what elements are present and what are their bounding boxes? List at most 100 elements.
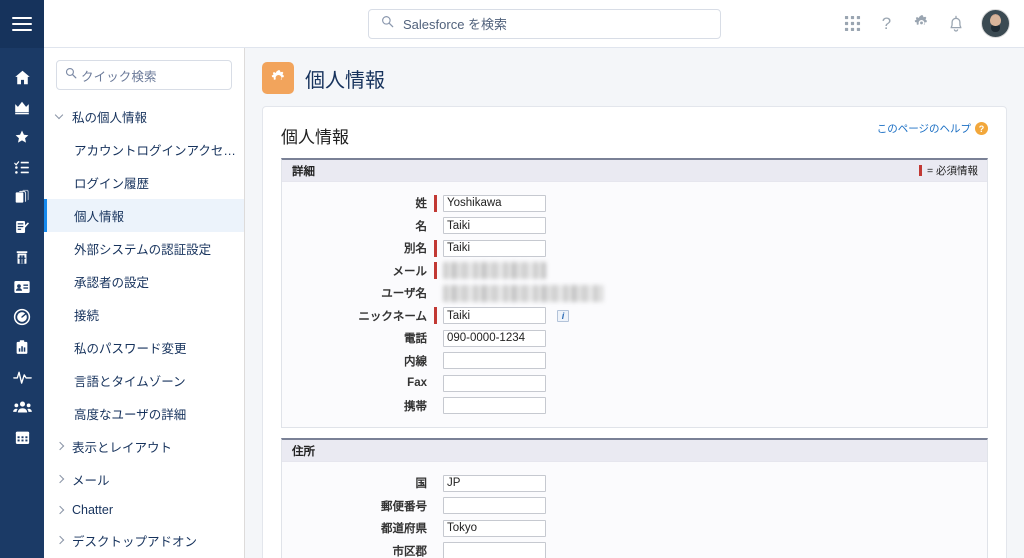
sidebar-item-0-0[interactable]: アカウントログインアクセス...	[44, 133, 244, 166]
field-control	[434, 474, 546, 492]
form-section-1: 住所国郵便番号都道府県市区郡	[281, 438, 988, 558]
sidebar-item-0-3[interactable]: 外部システムの認証設定	[44, 232, 244, 265]
field-input[interactable]	[443, 307, 546, 325]
field-control	[434, 262, 546, 280]
form-row: 国	[282, 472, 987, 495]
people-group-icon[interactable]	[0, 392, 44, 422]
search-icon	[65, 66, 77, 84]
user-avatar[interactable]	[981, 9, 1010, 38]
nav-group-3[interactable]: Chatter	[44, 496, 244, 524]
sidebar-item-0-4[interactable]: 承認者の設定	[44, 265, 244, 298]
required-marker-icon	[434, 262, 437, 280]
personal-information-card: 個人情報 このページのヘルプ ? 詳細 = 必須情報姓名別名メールユーザ名ニックネ…	[262, 106, 1007, 558]
required-marker-spacer	[434, 475, 437, 492]
nav-group-4[interactable]: デスクトップアドオン	[44, 524, 244, 557]
field-input[interactable]	[443, 374, 546, 392]
field-input[interactable]	[443, 497, 546, 515]
form-row: 電話	[282, 327, 987, 350]
info-icon[interactable]: i	[557, 309, 569, 322]
section-title: 住所	[292, 445, 315, 458]
global-search-input[interactable]: Salesforce を検索	[368, 8, 721, 39]
field-control	[434, 284, 603, 302]
chevron-right-icon	[56, 442, 65, 451]
nav-group-0[interactable]: 私の個人情報	[44, 100, 244, 133]
field-control	[434, 542, 546, 558]
field-input[interactable]	[443, 239, 546, 257]
sidebar-item-0-2[interactable]: 個人情報	[44, 199, 244, 232]
chevron-right-icon	[56, 506, 65, 515]
required-marker-icon	[918, 165, 922, 176]
help-circle-icon[interactable]: ?	[975, 122, 988, 135]
required-marker-spacer	[434, 330, 437, 347]
field-input[interactable]	[443, 397, 546, 415]
speedometer-icon[interactable]	[0, 302, 44, 332]
notifications-bell-icon[interactable]	[948, 15, 964, 33]
crown-icon[interactable]	[0, 92, 44, 122]
field-label: 携帯	[404, 400, 427, 413]
field-label: 内線	[404, 355, 427, 368]
field-label: 姓	[415, 198, 428, 211]
help-link-text: このページのヘルプ	[876, 123, 971, 135]
form-row: 市区郡	[282, 540, 987, 558]
nav-group-2[interactable]: メール	[44, 463, 244, 496]
page-help-link[interactable]: このページのヘルプ ?	[877, 121, 988, 136]
global-header: Salesforce を検索 ?	[44, 0, 1024, 48]
required-marker-icon	[434, 307, 437, 325]
sidebar-item-0-6[interactable]: 私のパスワード変更	[44, 331, 244, 364]
form-row: 内線	[282, 350, 987, 373]
card-header: 個人情報 このページのヘルプ ?	[281, 121, 988, 148]
checklist-icon[interactable]	[0, 152, 44, 182]
field-input[interactable]	[443, 329, 546, 347]
main-region: Salesforce を検索 ? 個人情報 個人情報 このページのヘルプ ? 詳…	[44, 0, 1024, 558]
form-section-0: 詳細 = 必須情報姓名別名メールユーザ名ニックネーム i 電話内線 Fax 携帯	[281, 158, 988, 428]
field-control	[434, 194, 546, 212]
clipboard-chart-icon[interactable]	[0, 332, 44, 362]
help-icon[interactable]: ?	[878, 14, 895, 33]
form-row: ニックネーム i	[282, 305, 987, 328]
form-row: 姓	[282, 192, 987, 215]
global-search-placeholder: Salesforce を検索	[403, 17, 508, 32]
nav-group-label: メール	[72, 474, 110, 488]
pulse-icon[interactable]	[0, 362, 44, 392]
field-input[interactable]	[443, 474, 546, 492]
required-marker-icon	[434, 239, 437, 257]
field-control	[434, 329, 546, 347]
home-icon[interactable]	[0, 62, 44, 92]
edit-list-icon[interactable]	[0, 212, 44, 242]
field-input[interactable]	[443, 542, 546, 558]
star-icon[interactable]	[0, 122, 44, 152]
chevron-right-icon	[56, 536, 65, 545]
setup-gear-icon[interactable]	[912, 14, 931, 33]
calendar-icon[interactable]	[0, 422, 44, 452]
setup-gear-icon	[262, 62, 294, 94]
field-input[interactable]	[443, 519, 546, 537]
field-input[interactable]	[443, 217, 546, 235]
field-label: 市区郡	[392, 545, 428, 558]
field-input[interactable]	[443, 194, 546, 212]
redacted-field-value[interactable]	[443, 284, 603, 302]
rail-item-list	[0, 48, 44, 452]
quick-find-input[interactable]: クイック検索	[56, 60, 232, 90]
global-search-zone: Salesforce を検索	[245, 8, 844, 39]
required-marker-spacer	[434, 352, 437, 369]
field-label: 電話	[404, 333, 427, 346]
sidebar-item-0-5[interactable]: 接続	[44, 298, 244, 331]
field-label: Fax	[407, 377, 427, 390]
form-row: 携帯	[282, 395, 987, 418]
id-card-icon[interactable]	[0, 272, 44, 302]
chevron-right-icon	[56, 475, 65, 484]
sidebar-item-0-8[interactable]: 高度なユーザの詳細	[44, 397, 244, 430]
documents-icon[interactable]	[0, 182, 44, 212]
menu-button[interactable]	[0, 0, 44, 48]
sidebar-item-0-7[interactable]: 言語とタイムゾーン	[44, 364, 244, 397]
page-title: 個人情報	[305, 69, 385, 92]
section-body-1: 国郵便番号都道府県市区郡	[282, 462, 987, 558]
app-launcher-icon[interactable]	[844, 15, 861, 32]
field-input[interactable]	[443, 352, 546, 370]
nav-group-1[interactable]: 表示とレイアウト	[44, 430, 244, 463]
building-icon[interactable]	[0, 242, 44, 272]
redacted-field-value[interactable]	[443, 262, 546, 280]
hamburger-icon[interactable]	[12, 16, 32, 32]
sidebar-item-0-1[interactable]: ログイン履歴	[44, 166, 244, 199]
required-marker-spacer	[434, 497, 437, 514]
